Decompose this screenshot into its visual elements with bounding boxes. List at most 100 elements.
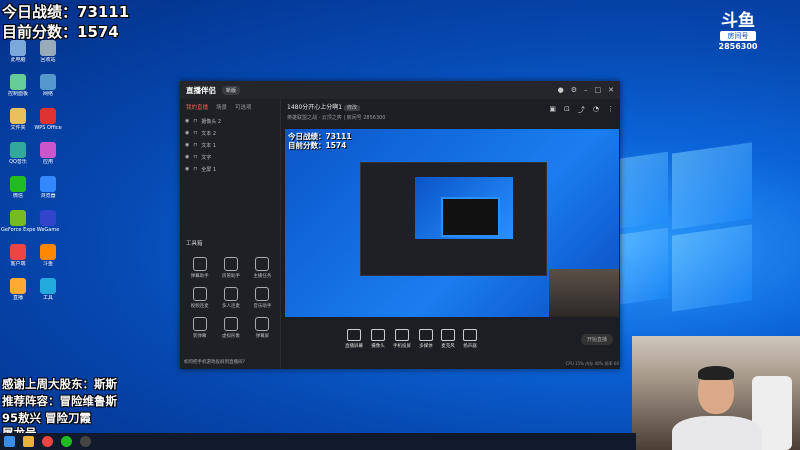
live-companion-window: 直播伴侣 新版 ● ⚙ – □ ✕ 我的直播 场景 可选项 ◉ ⊓ 摄像头 2 ◉ ⊓ 文本 …: [180, 81, 620, 369]
desktop-icon-label: GeForce Experience: [1, 227, 35, 233]
source-label: 文本 1: [201, 142, 217, 149]
desktop-icon[interactable]: 文件夹: [1, 108, 35, 131]
desktop-icon[interactable]: 回收站: [31, 40, 65, 63]
sidebar-tab[interactable]: 场景: [216, 103, 227, 111]
source-item[interactable]: ◉ ⊓ 摄像头 2: [180, 115, 280, 127]
edit-title-button[interactable]: 修改: [344, 105, 361, 111]
sidebar-tab[interactable]: 我的直播: [186, 103, 208, 111]
eye-icon[interactable]: ◉: [185, 118, 189, 124]
desktop-icon[interactable]: 客户端: [1, 244, 35, 267]
tool-icon: [223, 257, 238, 271]
eye-icon[interactable]: ◉: [185, 130, 189, 136]
file-explorer-icon[interactable]: [23, 436, 34, 447]
tool-item[interactable]: 多人连麦: [215, 287, 246, 309]
gift-icon[interactable]: ▣: [549, 105, 556, 115]
stream-preview[interactable]: 今日战绩：73111 目前分数：1574: [285, 129, 619, 317]
source-list: ◉ ⊓ 摄像头 2 ◉ ⊓ 文本 2 ◉ ⊓ 文本 1 ◉ ⊓ 文字 ◉ ⊓ 全屏 1: [180, 115, 280, 175]
desktop-icon[interactable]: WeGame: [31, 210, 65, 233]
avatar[interactable]: ●: [558, 86, 564, 94]
desktop-icon[interactable]: 网络: [31, 74, 65, 97]
desktop-icon-label: 斗鱼: [42, 261, 53, 267]
app-icon: [10, 278, 26, 294]
desktop-icon[interactable]: 应用: [31, 142, 65, 165]
desktop-icon[interactable]: 微信: [1, 176, 35, 199]
tool-item[interactable]: 弹幕助手: [184, 257, 215, 279]
version-badge[interactable]: 新版: [222, 85, 241, 95]
tool-item[interactable]: 虚拟形象: [215, 317, 246, 339]
share-icon[interactable]: ⤴: [578, 105, 585, 115]
tool-item[interactable]: 音乐助手: [247, 287, 278, 309]
source-label: 文本 2: [201, 130, 217, 137]
overlay-today-record: 今日战绩：73111: [2, 3, 130, 21]
desktop-icon[interactable]: 直播: [1, 278, 35, 301]
room-title[interactable]: 1480分开心上分啊1: [287, 104, 342, 111]
tool-icon: [192, 257, 207, 271]
desktop-icon-label: WeGame: [36, 227, 60, 233]
tool-label: 虚拟形象: [221, 334, 240, 339]
bell-icon[interactable]: ◔: [593, 105, 599, 115]
control-button[interactable]: 摄像头: [371, 329, 385, 349]
desktop-icon[interactable]: GeForce Experience: [1, 210, 35, 233]
webcam-feed: [632, 336, 800, 450]
start-icon[interactable]: [4, 436, 15, 447]
close-icon[interactable]: ✕: [608, 86, 614, 94]
desktop-icon[interactable]: 控制面板: [1, 74, 35, 97]
app-icon: [10, 74, 26, 90]
lock-icon[interactable]: ⊓: [193, 166, 197, 172]
tool-label: 装弹幕: [192, 334, 207, 339]
source-item[interactable]: ◉ ⊓ 全屏 1: [180, 163, 280, 175]
lock-icon[interactable]: ⊓: [193, 118, 197, 124]
eye-icon[interactable]: ◉: [185, 154, 189, 160]
start-live-button[interactable]: 开始直播: [580, 333, 613, 345]
lock-icon[interactable]: ⊓: [193, 154, 197, 160]
desktop-icon-label: 客户端: [10, 261, 26, 267]
desktop-icon[interactable]: WPS Office: [31, 108, 65, 131]
source-item[interactable]: ◉ ⊓ 文字: [180, 151, 280, 163]
desktop-icon[interactable]: QQ音乐: [1, 142, 35, 165]
eye-icon[interactable]: ◉: [185, 142, 189, 148]
tool-icon: [255, 317, 270, 331]
control-button[interactable]: 手机投屏: [393, 329, 411, 349]
preview-current-score: 目前分数：1574: [288, 141, 347, 150]
app-icon: [40, 244, 56, 260]
projection-help-link[interactable]: 如何把手机游戏投屏到直播间?: [184, 359, 245, 365]
source-item[interactable]: ◉ ⊓ 文本 2: [180, 127, 280, 139]
minimize-icon[interactable]: –: [584, 86, 588, 94]
tool-icon: [223, 287, 238, 301]
control-icon: [347, 329, 361, 341]
tool-item[interactable]: 视频连麦: [184, 287, 215, 309]
toolbox-title: 工具箱: [186, 241, 203, 247]
tool-label: 弹幕助手: [190, 274, 209, 279]
source-label: 全屏 1: [201, 166, 217, 173]
tool-item[interactable]: 房管助手: [215, 257, 246, 279]
desktop-icon[interactable]: 工具: [31, 278, 65, 301]
chrome-icon[interactable]: [42, 436, 53, 447]
settings-icon[interactable]: ⚙: [571, 86, 577, 94]
control-button[interactable]: 直播屏幕: [345, 329, 363, 349]
control-button[interactable]: 麦克风: [441, 329, 455, 349]
lock-icon[interactable]: ⊡: [564, 105, 570, 115]
tool-item[interactable]: 弹幕屏: [247, 317, 278, 339]
maximize-icon[interactable]: □: [595, 86, 602, 94]
desktop-icon[interactable]: 浏览器: [31, 176, 65, 199]
lock-icon[interactable]: ⊓: [193, 142, 197, 148]
room-number: 2856300: [718, 42, 758, 51]
lock-icon[interactable]: ⊓: [193, 130, 197, 136]
control-label: 麦克风: [441, 344, 455, 349]
sidebar: 我的直播 场景 可选项 ◉ ⊓ 摄像头 2 ◉ ⊓ 文本 2 ◉ ⊓ 文本 1 ◉ ⊓ 文字 ◉ ⊓ 全屏 1 …: [180, 99, 281, 369]
more-icon[interactable]: ⋮: [607, 105, 614, 115]
desktop-icon[interactable]: 此电脑: [1, 40, 35, 63]
eye-icon[interactable]: ◉: [185, 166, 189, 172]
tool-item[interactable]: 主播任务: [247, 257, 278, 279]
sidebar-tab[interactable]: 可选项: [235, 103, 252, 111]
control-label: 扬声器: [463, 344, 477, 349]
control-button[interactable]: 扬声器: [463, 329, 477, 349]
obs-icon[interactable]: [80, 436, 91, 447]
source-item[interactable]: ◉ ⊓ 文本 1: [180, 139, 280, 151]
source-label: 摄像头 2: [201, 118, 222, 125]
control-button[interactable]: 多媒体: [419, 329, 433, 349]
wechat-icon[interactable]: [61, 436, 72, 447]
desktop-icon[interactable]: 斗鱼: [31, 244, 65, 267]
control-label: 手机投屏: [393, 344, 411, 349]
tool-item[interactable]: 装弹幕: [184, 317, 215, 339]
